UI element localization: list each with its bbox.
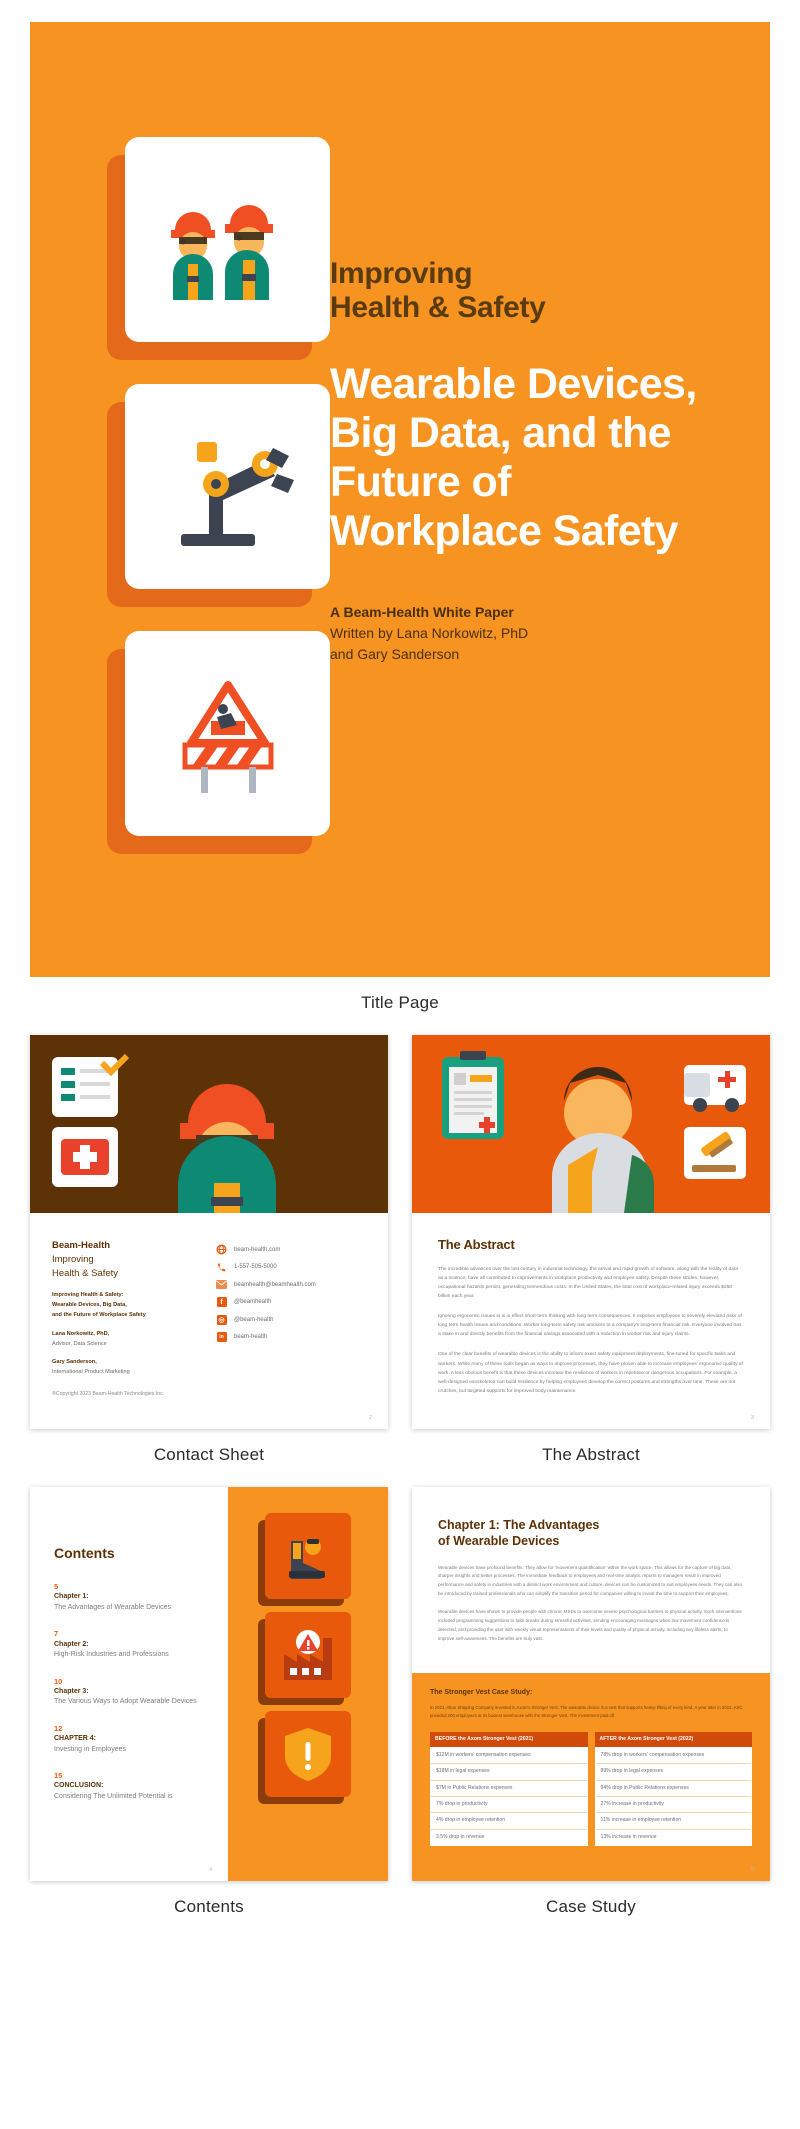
table-row: 3.5% drop in revenue bbox=[431, 1829, 587, 1846]
factory-warning-icon bbox=[258, 1612, 351, 1705]
contact-sheet-hero bbox=[30, 1035, 388, 1213]
contact-email-text: beamhealth@beamhealth.com bbox=[234, 1281, 316, 1288]
contact-facebook[interactable]: f @beamhealth bbox=[216, 1294, 366, 1312]
abstract-paragraph-1: The incredible advances over the last ce… bbox=[438, 1267, 739, 1300]
title-page-kicker: Improving Health & Safety bbox=[330, 257, 546, 324]
table-column-before: BEFORE the Axom Stronger Vest (2021) $12… bbox=[430, 1731, 588, 1847]
abstract-heading: The Abstract bbox=[438, 1237, 515, 1252]
title-page: Improving Health & Safety Wearable Devic… bbox=[30, 22, 770, 977]
contact-facebook-text: @beamhealth bbox=[234, 1299, 272, 1306]
contents-entry[interactable]: 15 CONCLUSION: Considering The Unlimited… bbox=[54, 1770, 214, 1802]
caption-contact-sheet: Contact Sheet bbox=[153, 1445, 265, 1464]
table-row: 7% drop in productivity bbox=[431, 1797, 587, 1814]
page-title: Wearable Devices, Big Data, and the Futu… bbox=[330, 360, 697, 556]
caption-title-page: Title Page bbox=[361, 993, 439, 1012]
copyright-notice: ®Copyright 2023 Beam-Health Technologies… bbox=[52, 1390, 165, 1397]
title-page-icon-stack bbox=[30, 22, 330, 977]
contact-website[interactable]: beam-health.com bbox=[216, 1241, 366, 1259]
preview-row-2: Contents 5 Chapter 1: The Advantages of … bbox=[0, 1487, 800, 1939]
contact-linkedin[interactable]: in beam-health bbox=[216, 1329, 366, 1347]
table-row: 27% increase in productivity bbox=[595, 1797, 751, 1814]
page-number: 2 bbox=[368, 1415, 372, 1421]
construction-workers-icon bbox=[107, 137, 330, 360]
contents-list: Contents 5 Chapter 1: The Advantages of … bbox=[30, 1487, 228, 1881]
contact-instagram-text: @beam-health bbox=[234, 1316, 274, 1323]
linkedin-icon: in bbox=[216, 1332, 227, 1343]
caption-case-study: Case Study bbox=[546, 1897, 636, 1916]
page-number: 4 bbox=[208, 1867, 212, 1873]
contact-person-2: Gary Sanderson, International Product Ma… bbox=[52, 1359, 130, 1375]
comparison-table: BEFORE the Axom Stronger Vest (2021) $12… bbox=[430, 1731, 752, 1847]
table-row: $12M in workers' compensation expenses bbox=[431, 1747, 587, 1765]
shield-alert-icon bbox=[258, 1711, 351, 1804]
case-study-paragraph-2: Wearable devices have shown to provide p… bbox=[438, 1609, 742, 1641]
abstract-page: The Abstract The incredible advances ove… bbox=[412, 1035, 770, 1429]
caption-abstract: The Abstract bbox=[542, 1445, 640, 1464]
safety-boot-icon bbox=[258, 1513, 351, 1606]
table-row: 4% drop in employee retention bbox=[431, 1813, 587, 1830]
contents-heading: Contents bbox=[54, 1545, 115, 1561]
contact-website-text: beam-health.com bbox=[234, 1246, 281, 1253]
table-row: $7M in Public Relations expenses bbox=[431, 1780, 587, 1797]
contents-entry[interactable]: 5 Chapter 1: The Advantages of Wearable … bbox=[54, 1581, 214, 1613]
abstract-paragraph-3: One of the clear benefits of wearable de… bbox=[438, 1352, 743, 1394]
table-row: 11% increase in employee retention bbox=[595, 1813, 751, 1830]
page-number: 5 bbox=[750, 1867, 754, 1873]
robot-arm-icon bbox=[107, 384, 330, 607]
table-column-after: AFTER the Axom Stronger Vest (2022) 78% … bbox=[594, 1731, 752, 1847]
facebook-icon: f bbox=[216, 1297, 227, 1308]
table-header: AFTER the Axom Stronger Vest (2022) bbox=[594, 1731, 752, 1747]
case-study-paragraph-1: Wearable devices have profound benefits.… bbox=[438, 1564, 743, 1596]
case-study-band: The Stronger Vest Case Study: In 2021, A… bbox=[412, 1673, 770, 1881]
phone-icon bbox=[216, 1262, 227, 1273]
byline-publisher: A Beam-Health White Paper bbox=[330, 604, 514, 621]
abstract-body: The Abstract The incredible advances ove… bbox=[412, 1213, 770, 1429]
case-study-band-paragraph: In 2021, Alton Shipping Company invested… bbox=[430, 1705, 743, 1718]
contents-page: Contents 5 Chapter 1: The Advantages of … bbox=[30, 1487, 388, 1881]
contact-person-1: Lana Norkowitz, PhD, Advisor, Data Scien… bbox=[52, 1331, 110, 1347]
table-row: 89% drop in legal expenses bbox=[595, 1764, 751, 1781]
table-row: 94% drop in Public Relations expenses bbox=[595, 1780, 751, 1797]
abstract-paragraph-2: Ignoring ergonomic issues in is in effec… bbox=[438, 1314, 742, 1338]
envelope-icon bbox=[216, 1279, 227, 1290]
preview-row-1: Beam-Health Improving Health & Safety Im… bbox=[0, 1035, 800, 1487]
abstract-hero bbox=[412, 1035, 770, 1213]
contact-email[interactable]: beamhealth@beamhealth.com bbox=[216, 1276, 366, 1294]
contents-entry[interactable]: 7 Chapter 2: High-Risk Industries and Pr… bbox=[54, 1628, 214, 1660]
contact-phone[interactable]: 1-557-505-5000 bbox=[216, 1259, 366, 1277]
contact-instagram[interactable]: ◎ @beam-health bbox=[216, 1311, 366, 1329]
instagram-icon: ◎ bbox=[216, 1314, 227, 1325]
table-row: 78% drop in workers' compensation expens… bbox=[595, 1747, 751, 1765]
whitepaper-preview-sheet: Improving Health & Safety Wearable Devic… bbox=[0, 22, 800, 1969]
table-row: 13% increase in revenue bbox=[595, 1829, 751, 1846]
contents-entry[interactable]: 12 CHAPTER 4: Investing in Employees bbox=[54, 1723, 214, 1755]
byline-author-1: Written by Lana Norkowitz, PhD bbox=[330, 625, 529, 642]
contact-brand-block: Beam-Health Improving Health & Safety bbox=[52, 1240, 119, 1279]
case-study-heading: Chapter 1: The Advantages of Wearable De… bbox=[438, 1518, 600, 1549]
contact-sheet-page: Beam-Health Improving Health & Safety Im… bbox=[30, 1035, 388, 1429]
road-work-sign-icon bbox=[107, 631, 330, 854]
contact-linkedin-text: beam-health bbox=[234, 1334, 268, 1341]
contents-entry[interactable]: 10 Chapter 3: The Various Ways to Adopt … bbox=[54, 1676, 214, 1708]
table-row: $18M in legal expenses bbox=[431, 1764, 587, 1781]
contact-sheet-body: Beam-Health Improving Health & Safety Im… bbox=[30, 1213, 388, 1429]
case-study-page: Chapter 1: The Advantages of Wearable De… bbox=[412, 1487, 770, 1881]
case-study-band-heading: The Stronger Vest Case Study: bbox=[430, 1689, 533, 1696]
contact-details-list: beam-health.com 1-557-505-5000 beamhealt… bbox=[216, 1239, 366, 1398]
caption-contents: Contents bbox=[174, 1897, 244, 1916]
byline-author-2: and Gary Sanderson bbox=[330, 645, 460, 662]
globe-icon bbox=[216, 1244, 227, 1255]
contents-icon-stack bbox=[228, 1487, 388, 1881]
contact-subtitle-block: Improving Health & Safety: Wearable Devi… bbox=[52, 1292, 146, 1318]
table-header: BEFORE the Axom Stronger Vest (2021) bbox=[430, 1731, 588, 1747]
page-number: 3 bbox=[750, 1415, 754, 1421]
contact-phone-text: 1-557-505-5000 bbox=[234, 1264, 277, 1271]
